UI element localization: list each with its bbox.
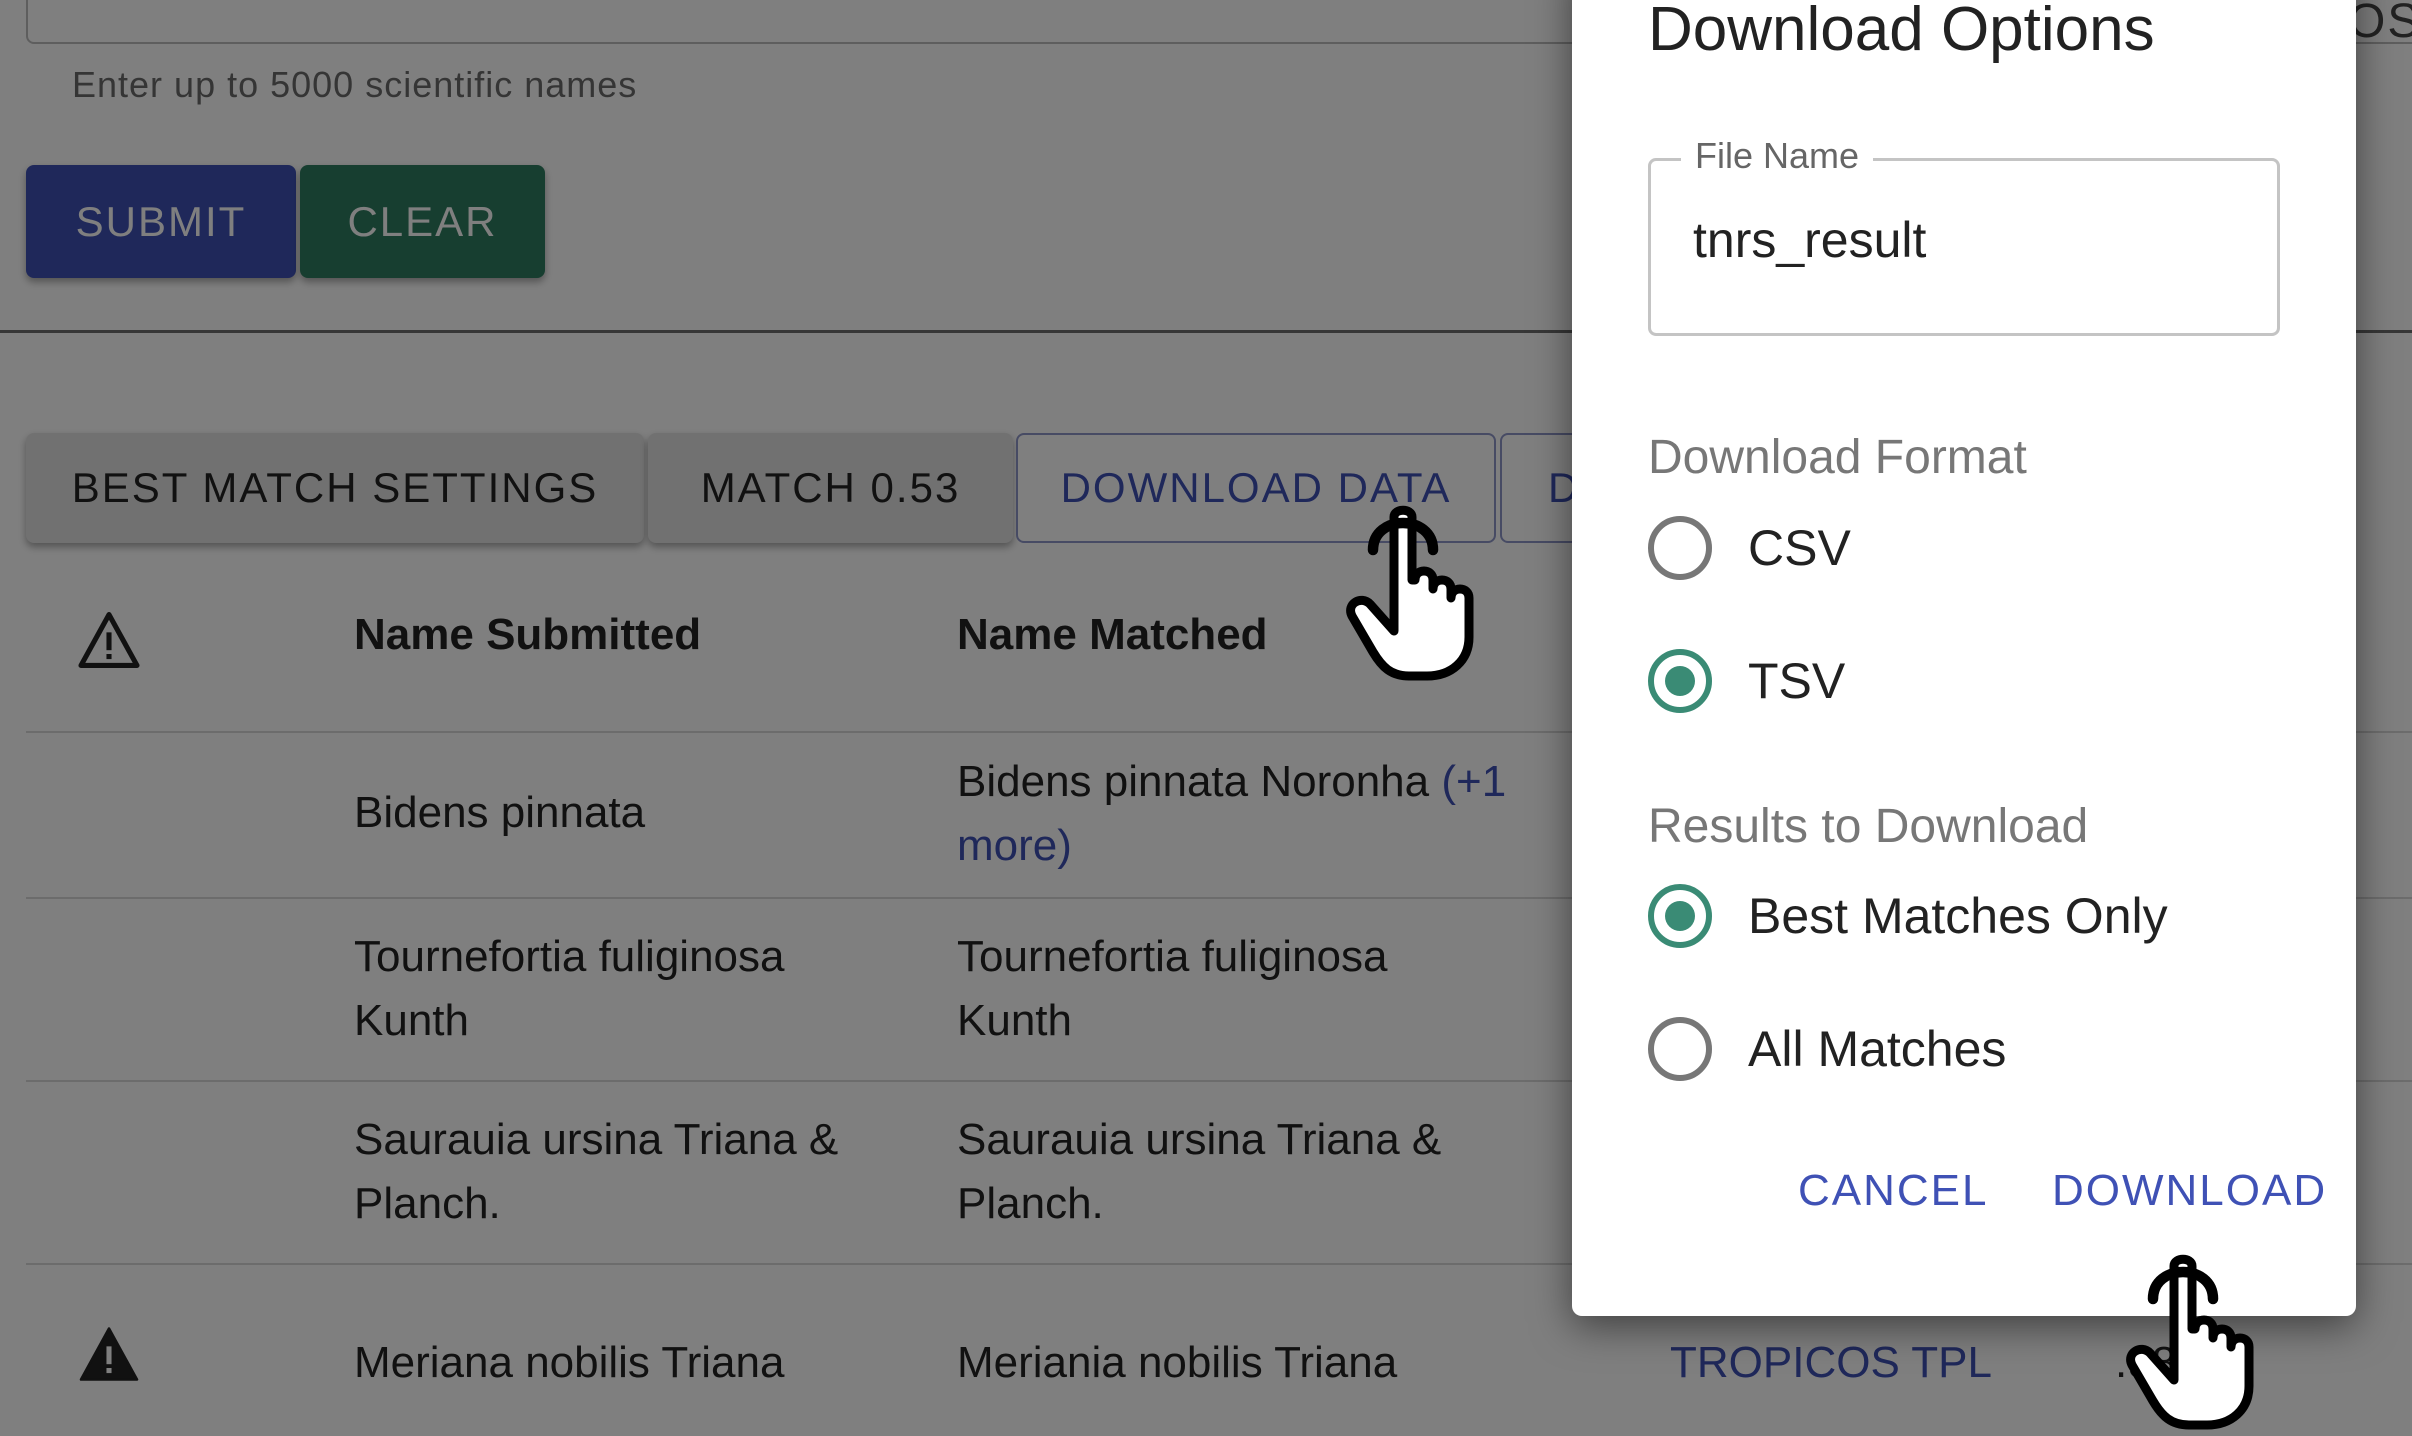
results-to-download-label: Results to Download <box>1648 800 2089 853</box>
partial-header-text: OS <box>2348 0 2412 48</box>
format-option-csv[interactable]: CSV <box>1648 516 1851 580</box>
format-option-tsv[interactable]: TSV <box>1648 649 1845 713</box>
tnrs-app: Enter up to 5000 scientific names SUBMIT… <box>0 0 2412 1436</box>
hand-pointer-icon <box>1346 505 1474 681</box>
hand-pointer-icon <box>2126 1254 2254 1430</box>
download-button[interactable]: DOWNLOAD <box>2052 1166 2327 1216</box>
format-option-label: CSV <box>1748 520 1851 576</box>
format-option-label: TSV <box>1748 653 1846 709</box>
radio-checked-icon[interactable] <box>1648 649 1712 713</box>
radio-unchecked-icon[interactable] <box>1648 516 1712 580</box>
file-name-field[interactable]: File Name tnrs_result <box>1648 135 2280 336</box>
results-option-label: Best Matches Only <box>1748 888 2168 944</box>
dialog-title: Download Options <box>1648 0 2155 64</box>
radio-checked-icon[interactable] <box>1648 884 1712 948</box>
file-name-input[interactable]: tnrs_result <box>1693 211 1926 269</box>
file-name-label: File Name <box>1681 135 1874 177</box>
radio-unchecked-icon[interactable] <box>1648 1017 1712 1081</box>
cancel-button[interactable]: CANCEL <box>1798 1166 1989 1216</box>
results-option-label: All Matches <box>1748 1021 2007 1077</box>
results-option-all-matches[interactable]: All Matches <box>1648 1017 2006 1081</box>
download-format-label: Download Format <box>1648 431 2027 484</box>
download-options-dialog: Download Options File Name tnrs_result D… <box>1572 0 2356 1316</box>
results-option-best-matches[interactable]: Best Matches Only <box>1648 884 2168 948</box>
